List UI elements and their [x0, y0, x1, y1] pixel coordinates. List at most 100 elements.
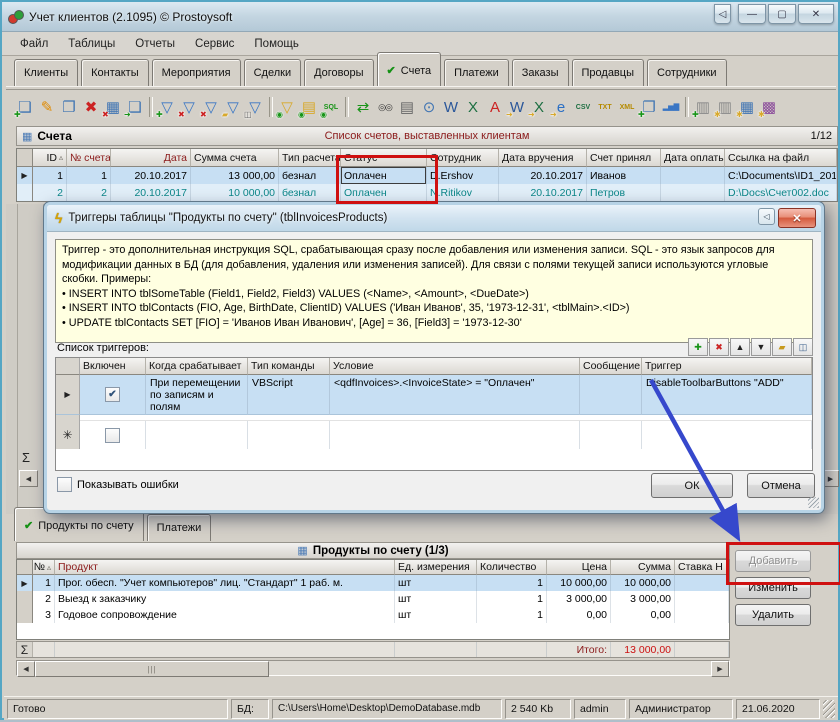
export-pdf-icon[interactable]: A: [484, 96, 506, 119]
col-product[interactable]: Продукт: [55, 560, 395, 575]
cell-pay-type[interactable]: безнал: [279, 184, 341, 201]
cell-status-selected[interactable]: Оплачен: [341, 167, 427, 184]
cell-file-link[interactable]: C:\Documents\ID1_2017-1: [725, 167, 837, 184]
cell-unit[interactable]: шт: [395, 575, 477, 591]
filter-open-icon[interactable]: ▽▰: [222, 96, 244, 119]
view-settings-icon[interactable]: ▩✱: [758, 96, 780, 119]
cell-accepted-by[interactable]: Иванов: [587, 167, 661, 184]
col-condition[interactable]: Условие: [330, 358, 580, 375]
trigger-delete-icon[interactable]: ✖: [709, 338, 729, 356]
cell-number[interactable]: 2: [67, 184, 111, 201]
cell-condition[interactable]: <qdfInvoices>.<InvoiceState> = "Оплачен": [330, 375, 580, 415]
tab-orders[interactable]: Заказы: [512, 59, 569, 86]
add-button[interactable]: Добавить: [735, 550, 811, 572]
cell-message-new[interactable]: [580, 421, 642, 449]
col-message[interactable]: Сообщение: [580, 358, 642, 375]
cell-employee[interactable]: N.Ritikov: [427, 184, 499, 201]
menu-help[interactable]: Помощь: [244, 35, 308, 53]
export-excel-icon[interactable]: X➜: [528, 96, 550, 119]
export-word-icon[interactable]: W➜: [506, 96, 528, 119]
cell-pay-type[interactable]: безнал: [279, 167, 341, 184]
filter-add-icon[interactable]: ▽✚: [156, 96, 178, 119]
tab-sellers[interactable]: Продавцы: [572, 59, 645, 86]
menu-reports[interactable]: Отчеты: [125, 35, 185, 53]
col-delivery-date[interactable]: Дата вручения: [499, 149, 587, 167]
dialog-resize-grip[interactable]: [808, 497, 819, 508]
export-html-icon[interactable]: e➜: [550, 96, 572, 119]
cell-num[interactable]: 3: [33, 607, 55, 623]
cell-message[interactable]: [580, 375, 642, 415]
cell-price[interactable]: 0,00: [547, 607, 611, 623]
cell-status[interactable]: Оплачен: [341, 184, 427, 201]
cell-product[interactable]: Годовое сопровождение: [55, 607, 395, 623]
menu-file[interactable]: Файл: [10, 35, 58, 53]
trigger-move-down-icon[interactable]: ▼: [751, 338, 771, 356]
cell-delivery-date[interactable]: 20.10.2017: [499, 167, 587, 184]
cell-qty[interactable]: 1: [477, 591, 547, 607]
export-xml-icon[interactable]: XML: [616, 96, 638, 119]
menu-tables[interactable]: Таблицы: [58, 35, 125, 53]
cell-product[interactable]: Прог. обесп. "Учет компьютеров" лиц. "Ст…: [55, 575, 395, 591]
delete-record-icon[interactable]: ✖: [80, 96, 102, 119]
cancel-button[interactable]: Отмена: [747, 473, 815, 498]
col-num[interactable]: №▵: [33, 560, 55, 575]
copy-pages-icon[interactable]: ❐✚: [638, 96, 660, 119]
cell-sum[interactable]: 3 000,00: [611, 591, 675, 607]
show-errors-option[interactable]: ✔ Показывать ошибки: [57, 477, 179, 492]
delete-button[interactable]: Удалить: [735, 604, 811, 626]
scroll-left-icon[interactable]: ◀: [19, 470, 38, 487]
search-icon[interactable]: ◎◎: [374, 96, 396, 119]
col-vat[interactable]: Ставка Н: [675, 560, 729, 575]
cell-trigger-new[interactable]: [642, 421, 812, 449]
export-csv-icon[interactable]: CSV: [572, 96, 594, 119]
tree-view-icon[interactable]: ▤◉: [298, 96, 320, 119]
trigger-move-up-icon[interactable]: ▲: [730, 338, 750, 356]
col-number[interactable]: № счета: [67, 149, 111, 167]
col-qty[interactable]: Количество: [477, 560, 547, 575]
maximize-button[interactable]: ▢: [768, 4, 796, 24]
col-command-type[interactable]: Тип команды: [248, 358, 330, 375]
cell-num[interactable]: 2: [33, 591, 55, 607]
cell-product[interactable]: Выезд к заказчику: [55, 591, 395, 607]
tab-deals[interactable]: Сделки: [244, 59, 302, 86]
cell-sum[interactable]: 0,00: [611, 607, 675, 623]
scroll-left-icon[interactable]: ◀: [17, 661, 35, 677]
trigger-add-icon[interactable]: ✚: [688, 338, 708, 356]
col-trigger[interactable]: Триггер: [642, 358, 812, 375]
cell-condition-new[interactable]: [330, 421, 580, 449]
cell-enabled[interactable]: ✔: [80, 375, 146, 415]
scroll-right-icon[interactable]: ▶: [822, 470, 839, 487]
col-pay-type[interactable]: Тип расчета: [279, 149, 341, 167]
cell-delivery-date[interactable]: 20.10.2017: [499, 184, 587, 201]
col-file-link[interactable]: Ссылка на файл: [725, 149, 837, 167]
dialog-back-icon[interactable]: ◁: [758, 208, 775, 225]
cell-when[interactable]: При перемещении по записям и полям: [146, 375, 248, 415]
tab-payments[interactable]: Платежи: [444, 59, 509, 86]
cell-date[interactable]: 20.10.2017: [111, 167, 191, 184]
add-record-icon[interactable]: ❏✚: [14, 96, 36, 119]
cell-date[interactable]: 20.10.2017: [111, 184, 191, 201]
cell-id[interactable]: 1: [33, 167, 67, 184]
tab-contracts[interactable]: Договоры: [304, 59, 373, 86]
copy-record-icon[interactable]: ❐: [58, 96, 80, 119]
rollup-button[interactable]: ◁: [714, 4, 731, 24]
cell-payment-date[interactable]: [661, 167, 725, 184]
trigger-save-icon[interactable]: ◫: [793, 338, 813, 356]
cell-sum[interactable]: 10 000,00: [611, 575, 675, 591]
col-payment-date[interactable]: Дата оплаты: [661, 149, 725, 167]
cell-trigger[interactable]: DisableToolbarButtons "ADD": [642, 375, 812, 415]
resize-grip[interactable]: [823, 700, 835, 718]
scroll-right-icon[interactable]: ▶: [711, 661, 729, 677]
cell-amount[interactable]: 10 000,00: [191, 184, 279, 201]
cell-employee[interactable]: D.Ershov: [427, 167, 499, 184]
refresh-icon[interactable]: ⇄: [352, 96, 374, 119]
chart-icon[interactable]: ▂▅▇: [660, 96, 682, 119]
trigger-load-icon[interactable]: ▰: [772, 338, 792, 356]
subtab-payments[interactable]: Платежи: [147, 514, 212, 541]
cell-qty[interactable]: 1: [477, 575, 547, 591]
cell-command-type-new[interactable]: [248, 421, 330, 449]
tab-employees[interactable]: Сотрудники: [647, 59, 727, 86]
preview-icon[interactable]: ⊙: [418, 96, 440, 119]
cell-vat[interactable]: [675, 607, 729, 623]
col-accepted-by[interactable]: Счет принял: [587, 149, 661, 167]
